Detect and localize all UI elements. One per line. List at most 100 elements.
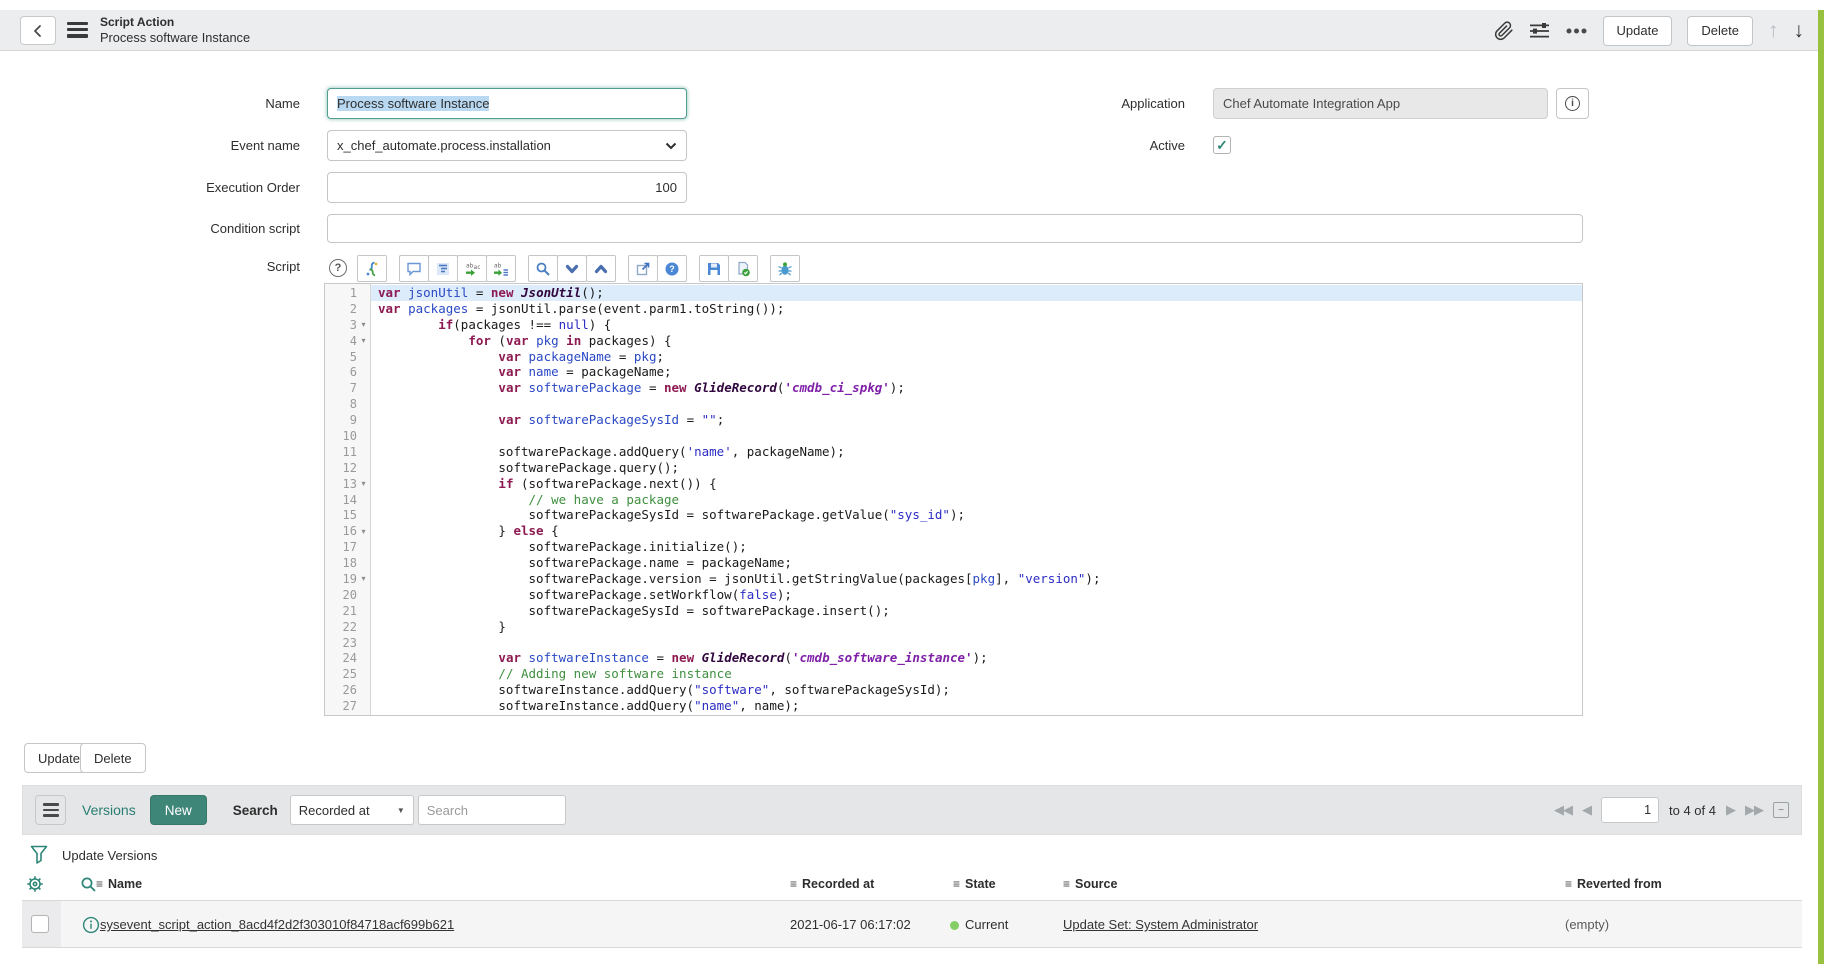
next-page-icon[interactable]: ▶ (1726, 802, 1735, 818)
code-line[interactable]: var name = packageName; (371, 364, 1582, 380)
row-checkbox[interactable] (31, 915, 49, 933)
code-line[interactable]: softwarePackage.version = jsonUtil.getSt… (371, 571, 1582, 587)
column-header-source[interactable]: ≡Source (1063, 877, 1117, 891)
more-options-icon[interactable] (1565, 27, 1588, 35)
code-line[interactable] (371, 396, 1582, 412)
svg-text:ab: ab (494, 262, 502, 269)
versions-list-header: Versions New Search Recorded at ▼ ◀◀ ◀ t… (22, 785, 1802, 835)
line-number: 8 (325, 396, 370, 412)
footer-delete-button[interactable]: Delete (80, 743, 146, 773)
page-number-input[interactable] (1601, 797, 1659, 823)
replace-all-button[interactable]: ab (486, 255, 516, 282)
script-editor[interactable]: 123▾4▾5678910111213▾141516▾171819▾202122… (324, 283, 1583, 716)
previous-record-icon[interactable]: ↑ (1768, 20, 1779, 41)
code-line[interactable] (371, 428, 1582, 444)
version-source-link[interactable]: Update Set: System Administrator (1063, 917, 1258, 932)
script-action-form-page: Script Action Process software Instance … (0, 0, 1828, 964)
line-number: 15 (325, 507, 370, 523)
active-checkbox[interactable]: ✓ (1213, 136, 1231, 154)
name-input[interactable]: Process software Instance (327, 88, 687, 119)
column-header-state[interactable]: ≡State (953, 877, 996, 891)
search-button[interactable] (528, 255, 558, 282)
toggle-comment-button[interactable] (399, 255, 429, 282)
event-name-select[interactable]: x_chef_automate.process.installation (327, 130, 687, 161)
list-search-icon[interactable] (80, 876, 97, 898)
code-line[interactable]: var packageName = pkg; (371, 349, 1582, 365)
editor-code[interactable]: var jsonUtil = new JsonUtil();var packag… (371, 284, 1582, 715)
code-line[interactable]: softwarePackage.name = packageName; (371, 555, 1582, 571)
column-header-name[interactable]: ≡Name (96, 877, 142, 891)
code-line[interactable]: var softwareInstance = new GlideRecord('… (371, 650, 1582, 666)
next-record-icon[interactable]: ↓ (1794, 20, 1805, 41)
code-line[interactable]: var jsonUtil = new JsonUtil(); (371, 285, 1582, 301)
line-number: 11 (325, 444, 370, 460)
delete-button[interactable]: Delete (1687, 16, 1753, 46)
save-button[interactable] (699, 255, 729, 282)
open-in-new-window-button[interactable] (628, 255, 658, 282)
column-menu-icon: ≡ (1565, 877, 1572, 891)
attachment-icon[interactable] (1494, 21, 1514, 41)
update-button[interactable]: Update (1603, 16, 1673, 46)
code-line[interactable]: softwarePackage.initialize(); (371, 539, 1582, 555)
code-line[interactable]: softwareInstance.addQuery("software", so… (371, 682, 1582, 698)
code-line[interactable]: softwarePackage.query(); (371, 460, 1582, 476)
syntax-highlight-button[interactable] (357, 255, 387, 282)
code-line[interactable]: // Adding new software instance (371, 666, 1582, 682)
collapse-list-icon[interactable]: − (1773, 802, 1789, 818)
application-field: Chef Automate Integration App (1213, 88, 1548, 119)
chevron-down-icon (665, 142, 677, 150)
code-line[interactable]: // we have a package (371, 492, 1582, 508)
code-line[interactable]: softwarePackageSysId = softwarePackage.i… (371, 603, 1582, 619)
breadcrumb-text[interactable]: Update Versions (62, 848, 157, 863)
header-actions: Update Delete ↑ ↓ (1494, 10, 1805, 51)
back-button[interactable] (20, 16, 56, 45)
previous-page-icon[interactable]: ◀ (1582, 802, 1591, 818)
code-line[interactable]: if(packages !== null) { (371, 317, 1582, 333)
code-line[interactable]: var packages = jsonUtil.parse(event.parm… (371, 301, 1582, 317)
line-number: 13▾ (325, 476, 370, 492)
help-button[interactable]: ? (657, 255, 687, 282)
debug-button[interactable] (770, 255, 800, 282)
code-line[interactable]: softwarePackage.addQuery('name', package… (371, 444, 1582, 460)
list-context-menu-icon[interactable] (35, 795, 66, 825)
code-line[interactable]: var softwarePackage = new GlideRecord('c… (371, 380, 1582, 396)
last-page-icon[interactable]: ▶▶ (1745, 802, 1763, 818)
filter-funnel-icon[interactable] (30, 845, 48, 865)
search-column-select[interactable]: Recorded at ▼ (290, 795, 414, 825)
find-previous-button[interactable] (586, 255, 616, 282)
list-search-input[interactable] (418, 795, 566, 825)
code-line[interactable]: softwareInstance.addQuery("name", name); (371, 698, 1582, 714)
first-page-icon[interactable]: ◀◀ (1554, 802, 1572, 818)
new-version-button[interactable]: New (150, 795, 207, 825)
version-name-link[interactable]: sysevent_script_action_8acd4f2d2f303010f… (100, 917, 454, 932)
find-next-button[interactable] (557, 255, 587, 282)
column-header-recorded-at[interactable]: ≡Recorded at (790, 877, 874, 891)
personalize-form-icon[interactable] (1529, 22, 1550, 40)
column-menu-icon: ≡ (96, 877, 103, 891)
code-line[interactable]: if (softwarePackage.next()) { (371, 476, 1582, 492)
list-settings-gear-icon[interactable] (26, 875, 44, 898)
code-line[interactable]: } (371, 619, 1582, 635)
code-line[interactable]: for (var pkg in packages) { (371, 333, 1582, 349)
code-line[interactable]: softwarePackageSysId = softwarePackage.g… (371, 507, 1582, 523)
event-name-label: Event name (100, 130, 300, 161)
condition-script-input[interactable] (327, 214, 1583, 243)
column-menu-icon: ≡ (790, 877, 797, 891)
line-number: 2 (325, 301, 370, 317)
row-info-icon[interactable] (82, 916, 100, 939)
format-code-button[interactable] (428, 255, 458, 282)
replace-button[interactable]: abac (457, 255, 487, 282)
code-line[interactable]: } else { (371, 523, 1582, 539)
line-number: 7 (325, 380, 370, 396)
application-info-button[interactable]: i (1556, 88, 1589, 119)
script-help-icon[interactable]: ? (329, 259, 347, 277)
form-context-menu-icon[interactable] (67, 22, 88, 38)
validate-script-button[interactable] (728, 255, 758, 282)
versions-list-title[interactable]: Versions (82, 802, 136, 818)
column-header-reverted-from[interactable]: ≡Reverted from (1565, 877, 1662, 891)
code-line[interactable]: var softwarePackageSysId = ""; (371, 412, 1582, 428)
execution-order-input[interactable] (327, 172, 687, 203)
version-state: Current (965, 917, 1008, 932)
code-line[interactable]: softwarePackage.setWorkflow(false); (371, 587, 1582, 603)
code-line[interactable] (371, 635, 1582, 651)
